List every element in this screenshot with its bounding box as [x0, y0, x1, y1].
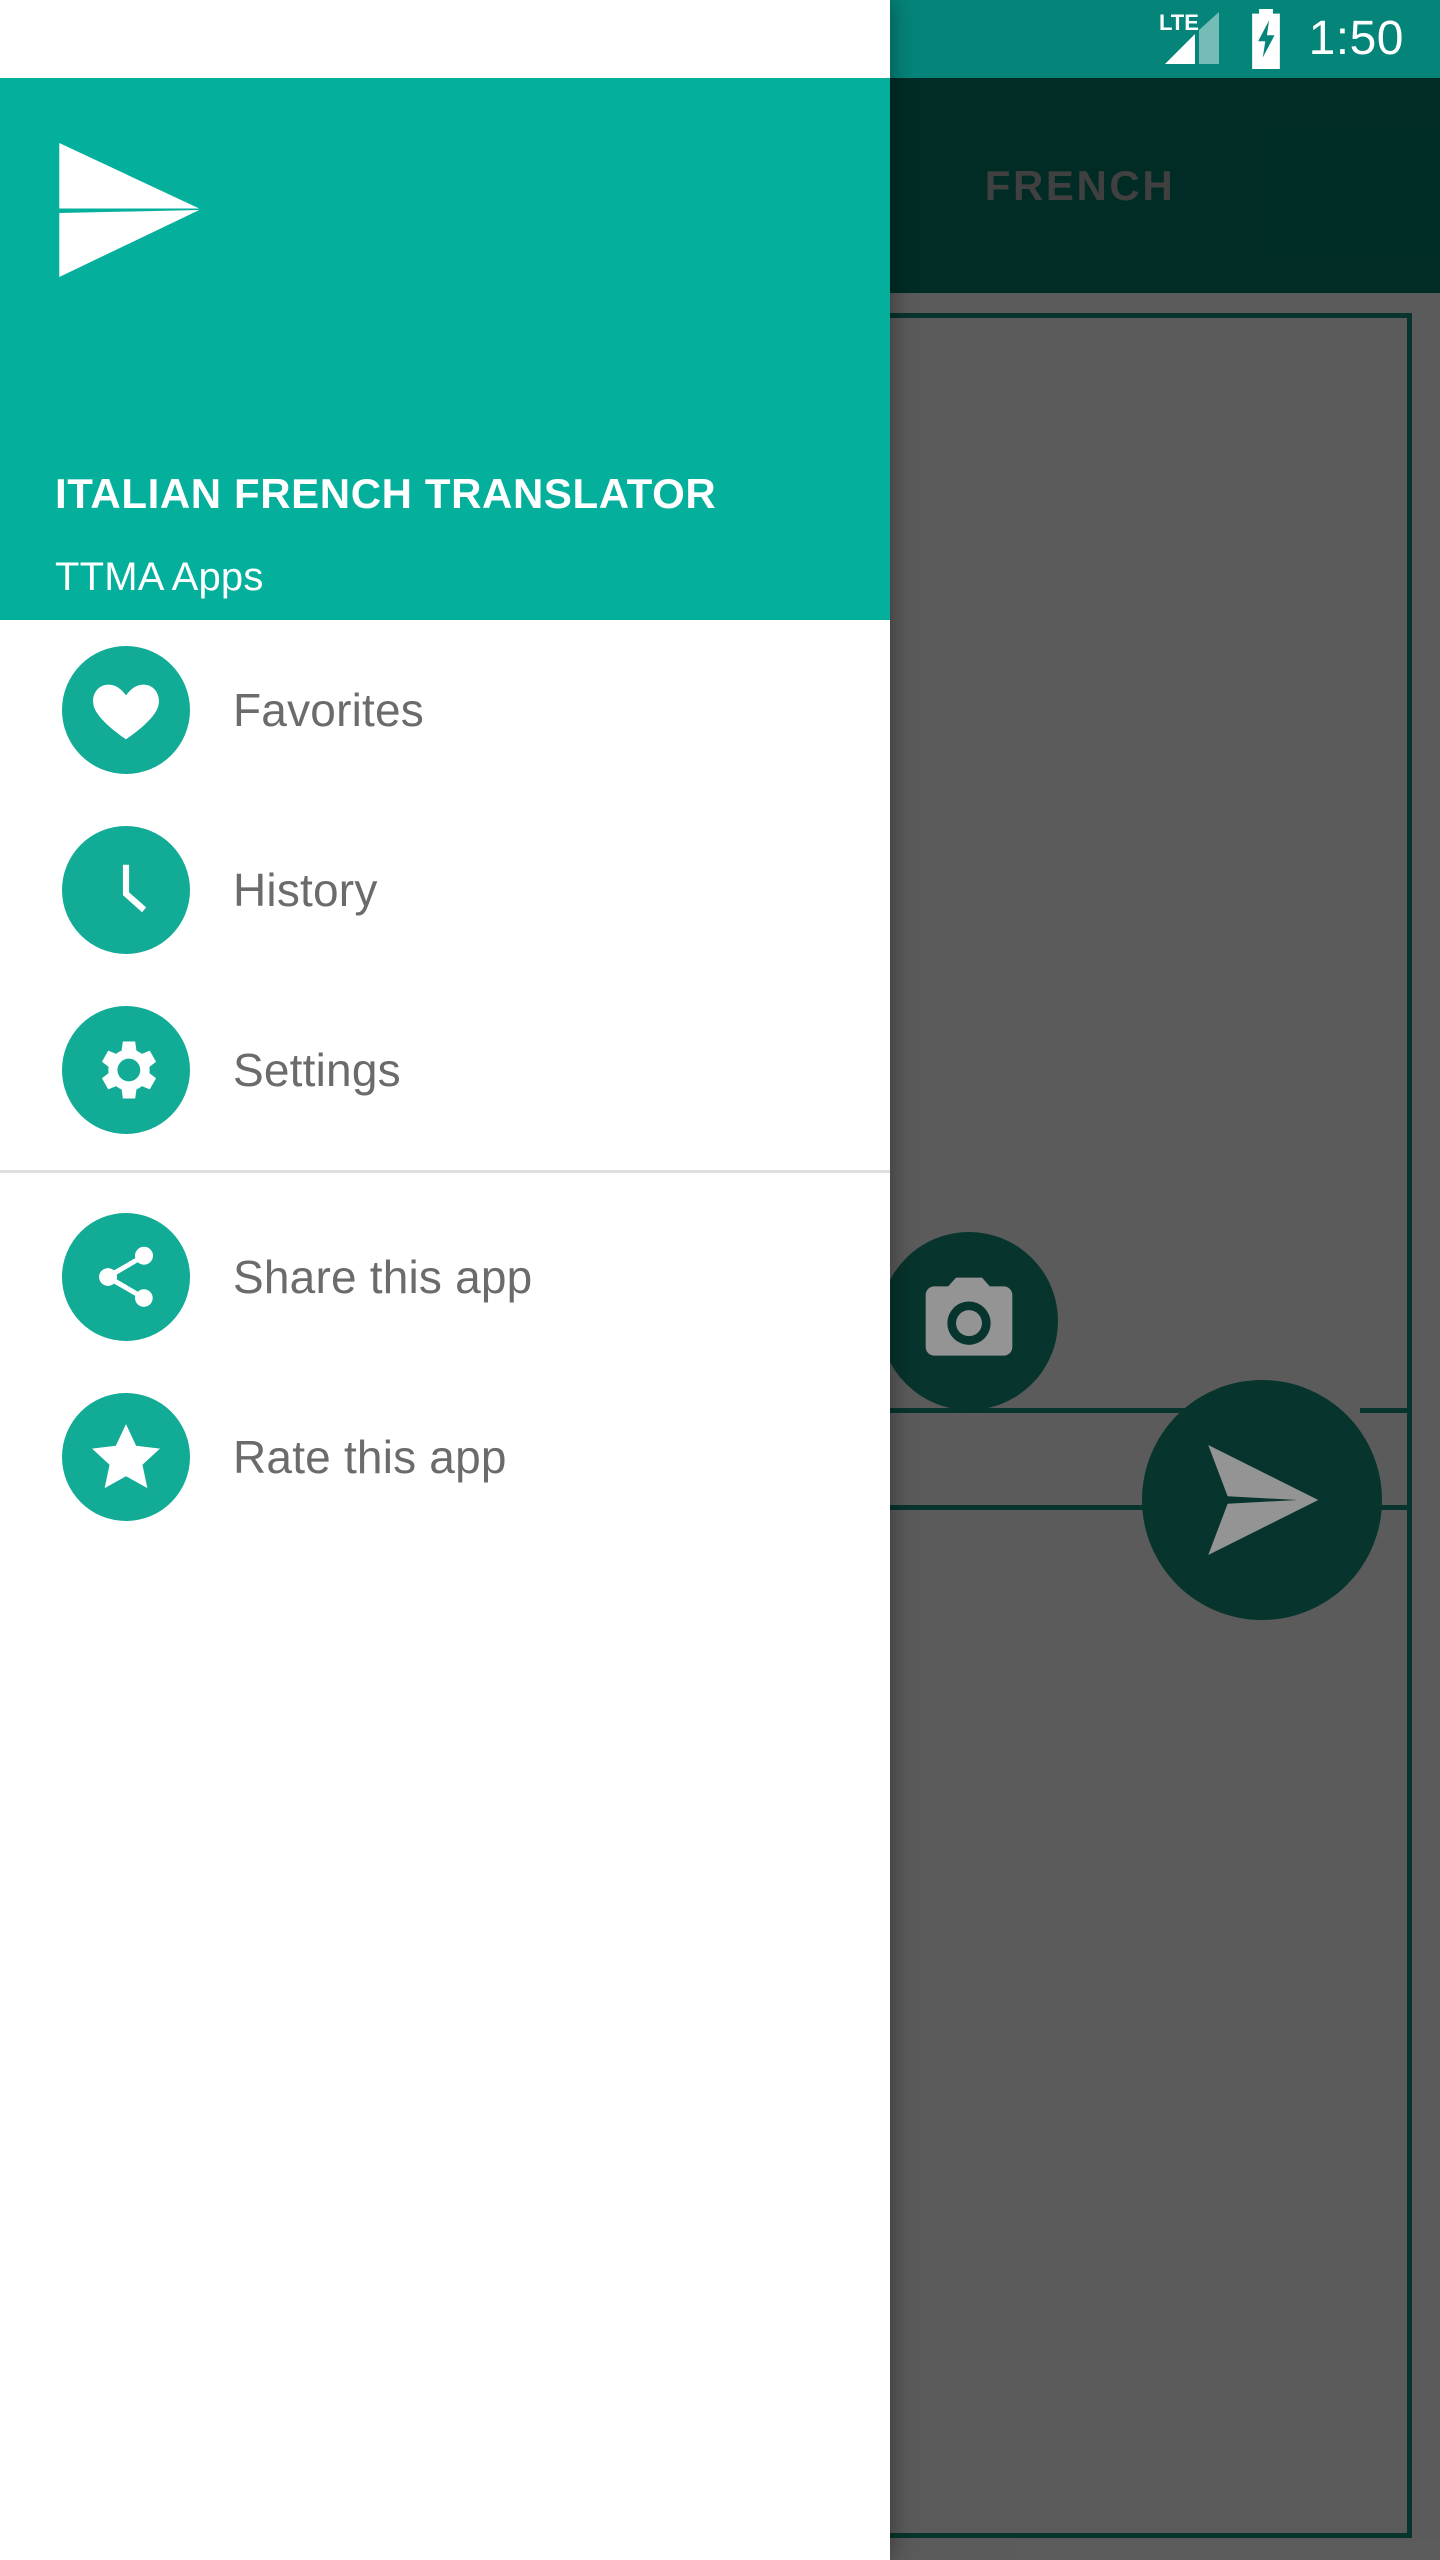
svg-text:LTE: LTE [1159, 10, 1199, 35]
share-icon-circle [62, 1213, 190, 1341]
menu-item-label: History [233, 864, 378, 916]
menu-item-history[interactable]: History [0, 800, 890, 980]
heart-icon-circle [62, 646, 190, 774]
star-icon [92, 1424, 160, 1489]
status-bar-indicators: LTE 1:50 [1159, 9, 1440, 69]
signal-bars-icon: LTE [1159, 10, 1219, 64]
drawer-menu: Favorites History Settings Share this ap… [0, 620, 890, 1547]
menu-item-label: Favorites [233, 684, 424, 736]
menu-item-label: Rate this app [233, 1431, 507, 1483]
phone-screen: ITALIAN FRENCH [0, 0, 1440, 2560]
clock-icon-circle [62, 826, 190, 954]
clock-icon [122, 864, 147, 913]
star-icon-circle [62, 1393, 190, 1521]
menu-item-label: Settings [233, 1044, 401, 1096]
gear-icon-circle [62, 1006, 190, 1134]
menu-item-favorites[interactable]: Favorites [0, 620, 890, 800]
drawer-app-subtitle: TTMA Apps [55, 555, 264, 599]
drawer-header: ITALIAN FRENCH TRANSLATOR TTMA Apps [0, 78, 890, 620]
menu-item-rate-this-app[interactable]: Rate this app [0, 1367, 890, 1547]
status-bar-clock: 1:50 [1308, 12, 1404, 65]
share-icon [99, 1246, 153, 1307]
battery-charging-icon [1251, 9, 1280, 69]
gear-icon [101, 1041, 157, 1099]
menu-item-settings[interactable]: Settings [0, 980, 890, 1160]
menu-item-label: Share this app [233, 1251, 533, 1303]
navigation-drawer: ITALIAN FRENCH TRANSLATOR TTMA Apps Favo… [0, 0, 890, 2560]
send-plane-logo [59, 143, 200, 277]
menu-item-share-this-app[interactable]: Share this app [0, 1187, 890, 1367]
heart-icon [93, 684, 159, 740]
drawer-app-title: ITALIAN FRENCH TRANSLATOR [55, 470, 717, 517]
menu-divider [0, 1170, 890, 1173]
